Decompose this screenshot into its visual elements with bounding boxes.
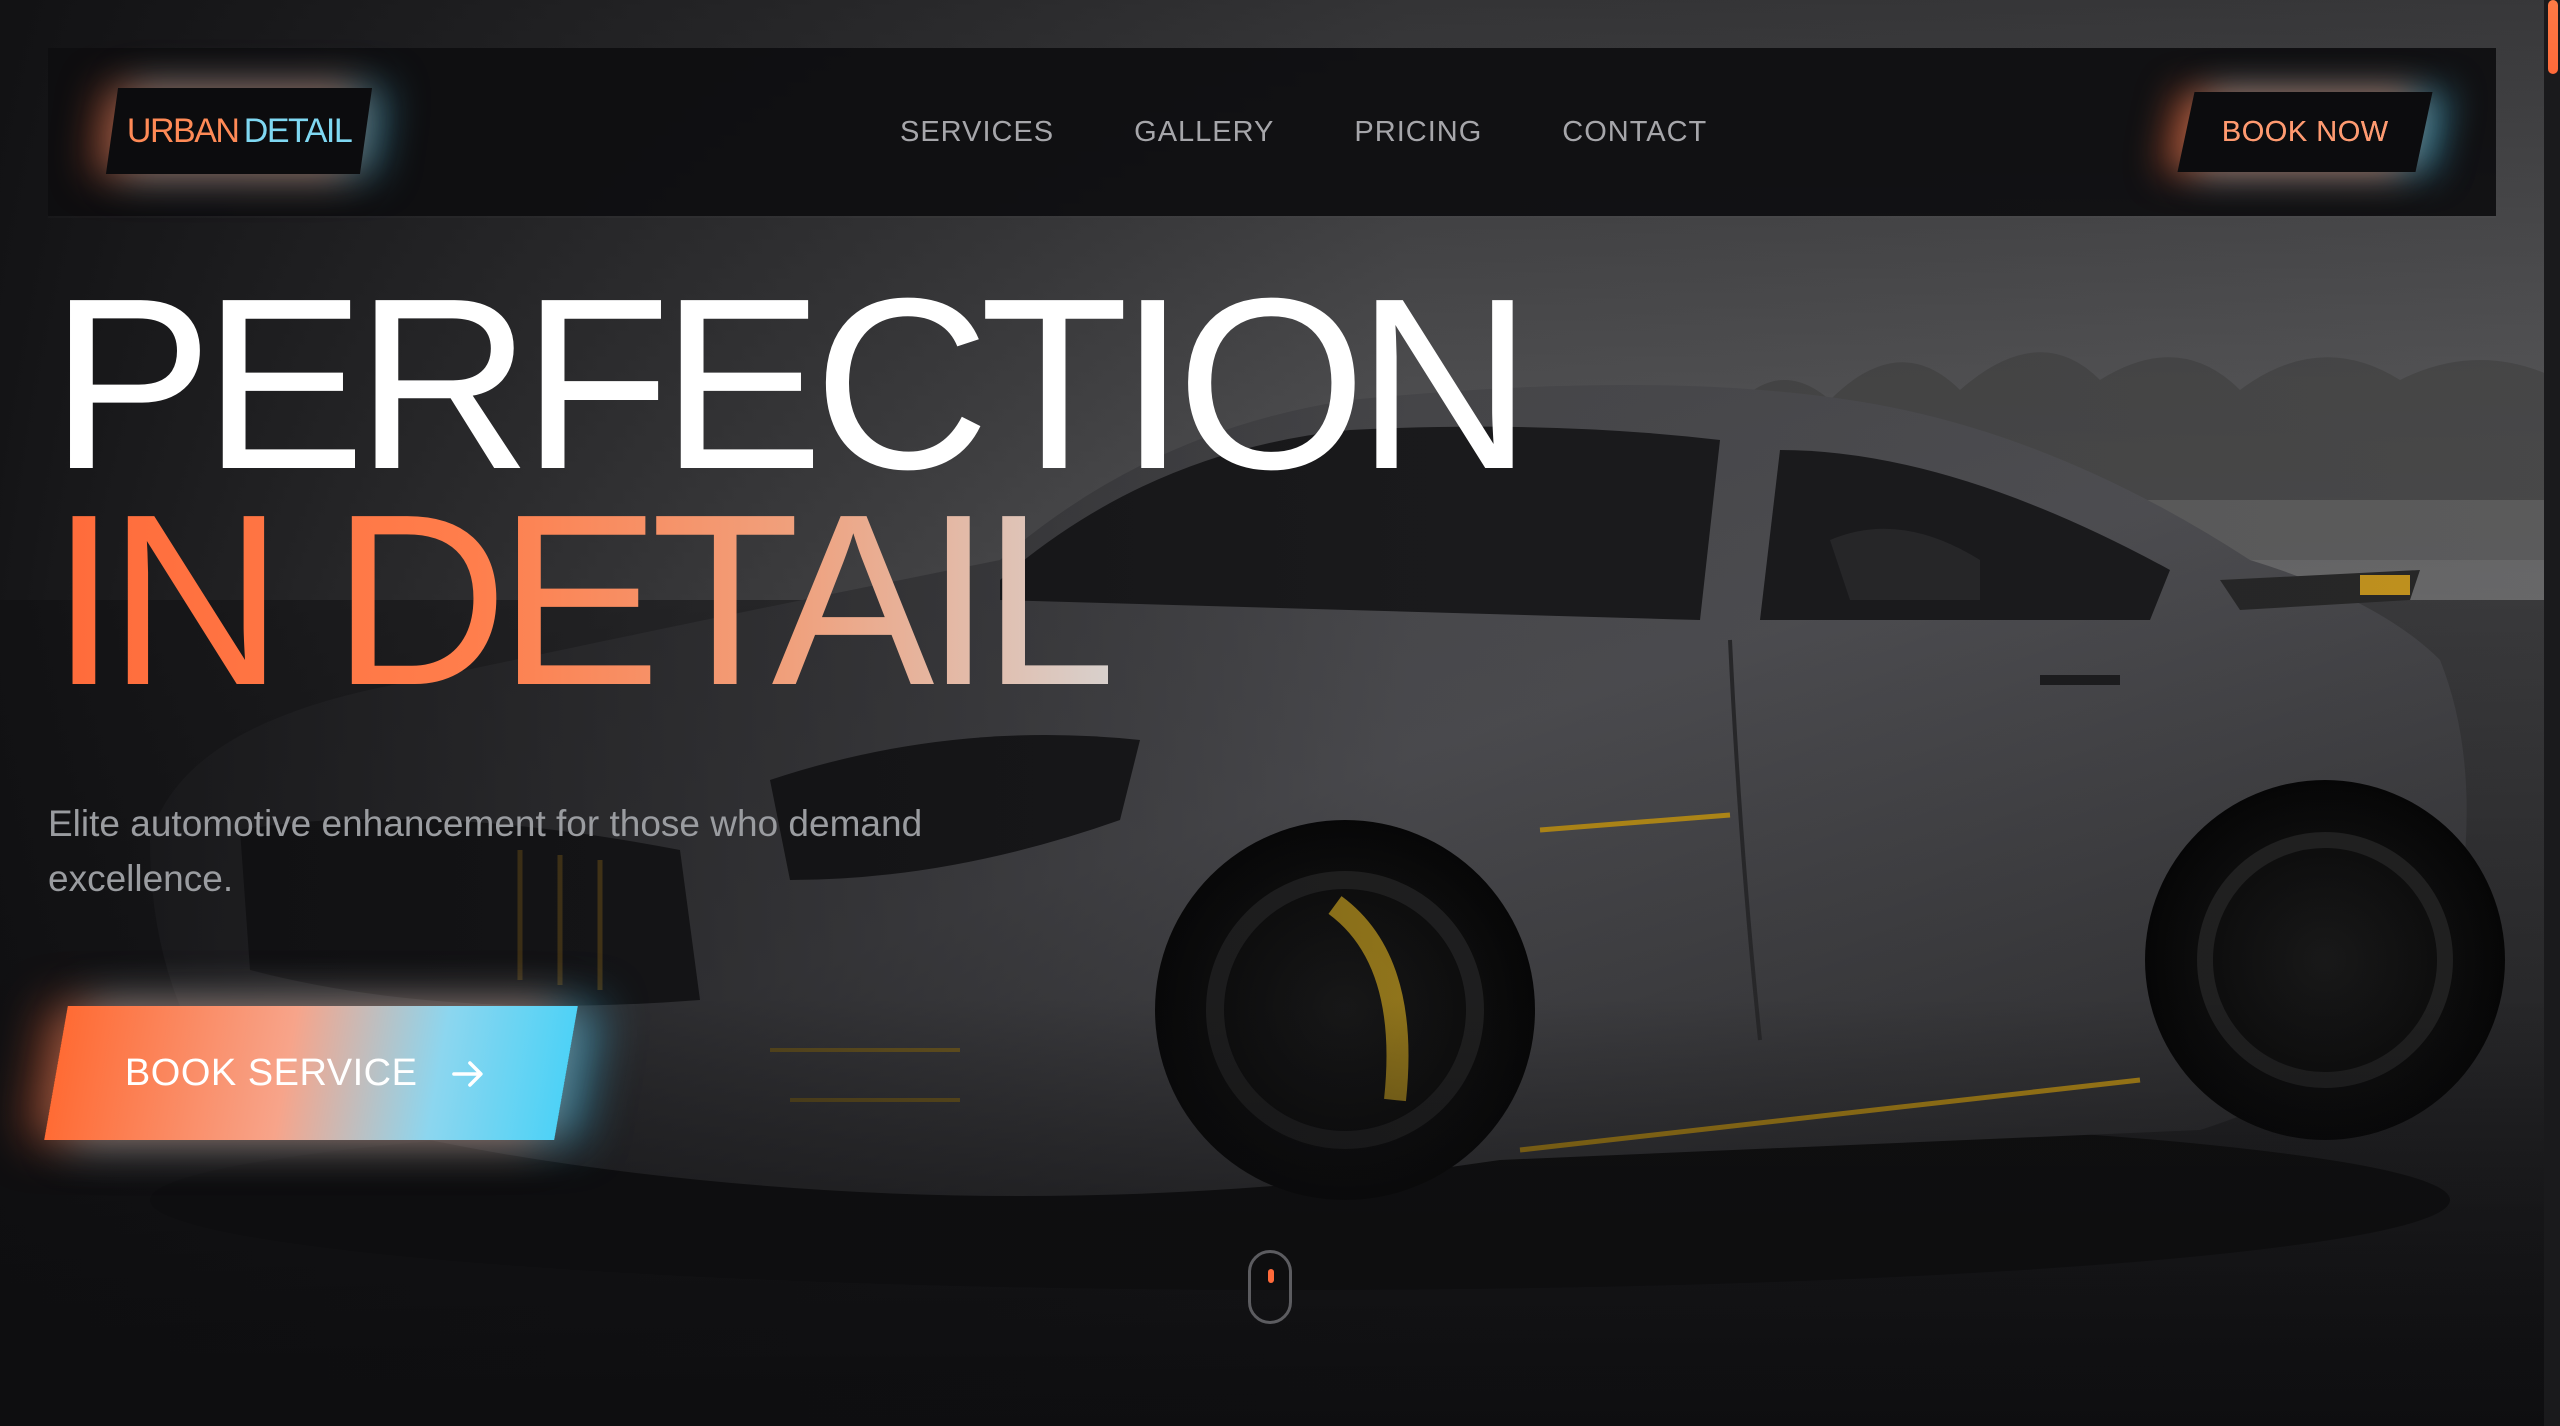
- nav-links: SERVICES GALLERY PRICING CONTACT: [900, 48, 1707, 216]
- book-service-content: BOOK SERVICE: [125, 1052, 488, 1095]
- landing-page: URBAN DETAIL SERVICES GALLERY PRICING CO…: [0, 0, 2560, 1426]
- top-navbar: URBAN DETAIL SERVICES GALLERY PRICING CO…: [48, 48, 2496, 216]
- scroll-wheel-dot: [1268, 1269, 1274, 1283]
- hero-headline-line2: IN DETAIL: [50, 463, 1118, 736]
- nav-link-services[interactable]: SERVICES: [900, 116, 1054, 149]
- arrow-right-icon: [447, 1053, 487, 1093]
- page-scrollbar[interactable]: [2544, 0, 2560, 1426]
- hero-subtitle: Elite automotive enhancement for those w…: [48, 803, 923, 899]
- nav-link-contact[interactable]: CONTACT: [1562, 116, 1707, 149]
- brand-logo[interactable]: URBAN DETAIL: [105, 88, 373, 174]
- mouse-scroll-icon[interactable]: [1248, 1250, 1292, 1324]
- book-service-button[interactable]: BOOK SERVICE: [44, 1006, 578, 1140]
- book-now-button[interactable]: BOOK NOW: [2177, 92, 2433, 172]
- brand-name-part1: URBAN: [126, 111, 239, 150]
- book-service-label: BOOK SERVICE: [124, 1051, 418, 1094]
- nav-link-pricing[interactable]: PRICING: [1354, 116, 1482, 149]
- scrollbar-thumb[interactable]: [2548, 0, 2558, 74]
- book-now-label: BOOK NOW: [2221, 115, 2389, 148]
- nav-link-gallery[interactable]: GALLERY: [1134, 116, 1274, 149]
- brand-name: URBAN DETAIL: [127, 112, 351, 151]
- brand-name-part2: DETAIL: [243, 111, 352, 150]
